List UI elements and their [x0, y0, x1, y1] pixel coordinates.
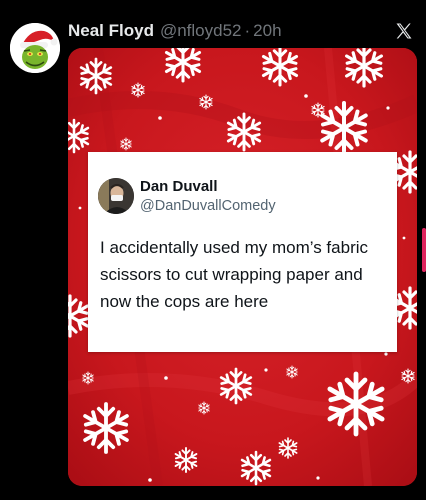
post-timestamp[interactable]: 20h	[253, 19, 281, 43]
author-handle[interactable]: @nfloyd52	[160, 19, 242, 43]
quoted-tweet-card: Dan Duvall @DanDuvallComedy I accidental…	[88, 152, 397, 352]
quoted-avatar-image	[98, 178, 134, 214]
x-logo-icon[interactable]	[394, 21, 414, 41]
grinch-avatar-image	[10, 23, 60, 73]
quoted-author-name: Dan Duvall	[140, 178, 218, 195]
author-avatar[interactable]	[10, 23, 60, 73]
quoted-tweet-text: I accidentally used my mom’s fabric scis…	[100, 238, 369, 311]
author-name[interactable]: Neal Floyd	[68, 19, 154, 43]
quoted-author-handle: @DanDuvallComedy	[140, 198, 276, 214]
post: Neal Floyd @nfloyd52 · 20h Dan Duvall @D…	[0, 0, 426, 500]
separator-dot: ·	[244, 21, 251, 40]
post-media-image[interactable]: Dan Duvall @DanDuvallComedy I accidental…	[68, 48, 417, 486]
quoted-author-avatar	[98, 178, 134, 214]
post-header: Neal Floyd @nfloyd52 · 20h	[68, 19, 282, 43]
scroll-indicator[interactable]	[422, 228, 426, 272]
